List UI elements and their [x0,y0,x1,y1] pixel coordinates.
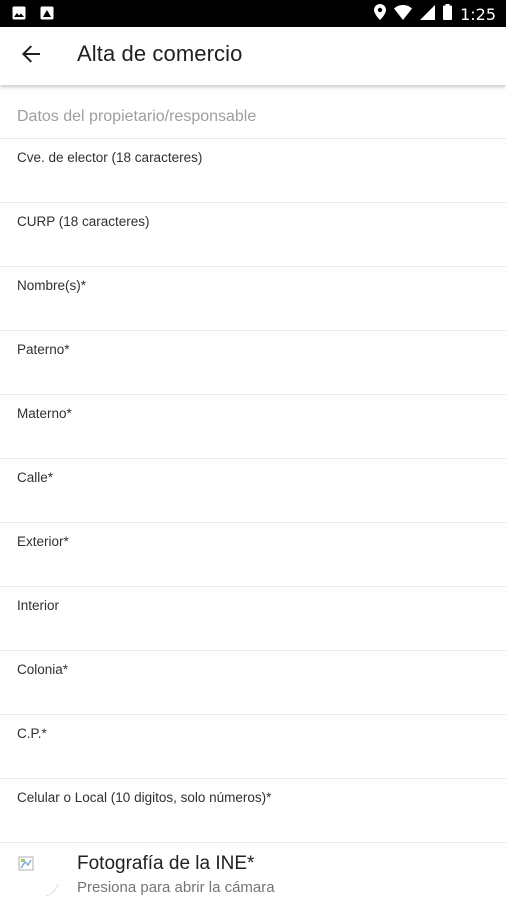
owner-form: Cve. de elector (18 caracteres) CURP (18… [0,139,506,843]
field-label: Paterno* [17,342,70,357]
field-exterior: Exterior* [0,523,506,587]
signal-icon [420,4,436,25]
photo-icon [40,6,54,25]
wifi-icon [394,4,413,25]
field-label: Interior [17,598,60,613]
broken-image-icon [18,856,60,898]
field-nombre: Nombre(s)* [0,267,506,331]
field-paterno: Paterno* [0,331,506,395]
paterno-input[interactable] [17,361,489,389]
status-bar: 1:25 [0,0,506,27]
field-label: Nombre(s)* [17,278,87,293]
page-title: Alta de comercio [77,41,243,66]
field-label: Colonia* [17,662,69,677]
arrow-back-icon [20,43,42,70]
status-time: 1:25 [460,5,496,24]
ine-photo-button[interactable]: Fotografía de la INE* Presiona para abri… [0,842,506,900]
field-label: Calle* [17,470,54,485]
nombre-input[interactable] [17,297,489,325]
cve-elector-input[interactable] [17,169,489,197]
field-label: Exterior* [17,534,69,549]
field-label: CURP (18 caracteres) [17,214,150,229]
field-materno: Materno* [0,395,506,459]
field-label: C.P.* [17,726,47,741]
field-interior: Interior [0,587,506,651]
app-bar: Alta de comercio [0,27,506,85]
field-label: Celular o Local (10 digitos, solo número… [17,790,272,805]
materno-input[interactable] [17,425,489,453]
field-calle: Calle* [0,459,506,523]
back-button[interactable] [16,41,46,71]
calle-input[interactable] [17,489,489,517]
cp-input[interactable] [17,745,489,773]
photo-title: Fotografía de la INE* [77,853,255,874]
field-colonia: Colonia* [0,651,506,715]
photo-subtitle: Presiona para abrir la cámara [77,879,275,896]
field-cve-elector: Cve. de elector (18 caracteres) [0,139,506,203]
section-title: Datos del propietario/responsable [17,108,257,125]
battery-icon [443,4,453,25]
interior-input[interactable] [17,617,489,645]
curp-input[interactable] [17,233,489,261]
image-icon [12,6,26,25]
location-icon [374,4,387,25]
field-cp: C.P.* [0,715,506,779]
colonia-input[interactable] [17,681,489,709]
field-celular: Celular o Local (10 digitos, solo número… [0,779,506,843]
field-label: Materno* [17,406,72,421]
field-label: Cve. de elector (18 caracteres) [17,150,203,165]
exterior-input[interactable] [17,553,489,581]
celular-input[interactable] [17,809,489,837]
field-curp: CURP (18 caracteres) [0,203,506,267]
